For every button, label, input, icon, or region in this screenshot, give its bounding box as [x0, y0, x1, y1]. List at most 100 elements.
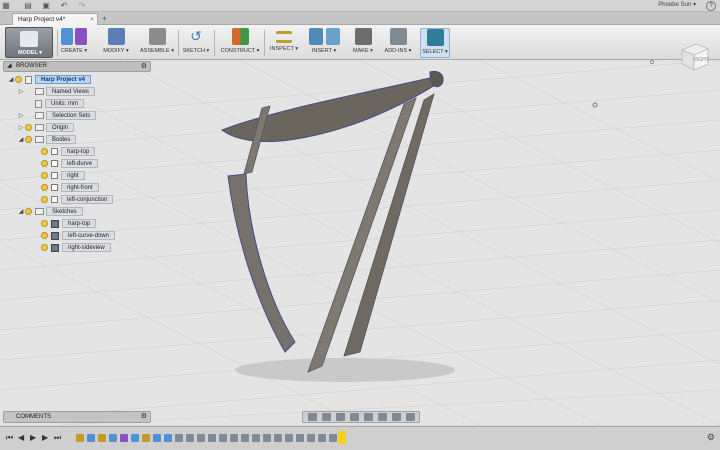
timeline-feature[interactable]: [76, 434, 84, 442]
timeline-feature[interactable]: [87, 434, 95, 442]
help-icon[interactable]: ?: [706, 1, 716, 11]
timeline-marker[interactable]: [338, 431, 346, 444]
visibility-bulb-icon[interactable]: [41, 148, 48, 155]
expand-arrow-icon[interactable]: ◢: [17, 136, 25, 143]
orbit-icon[interactable]: [307, 413, 317, 421]
timeline-feature[interactable]: [241, 434, 249, 442]
step-back-icon[interactable]: ◀: [18, 433, 24, 442]
step-forward-icon[interactable]: ▶: [42, 433, 48, 442]
timeline-feature[interactable]: [285, 434, 293, 442]
zoom-window-icon[interactable]: [363, 413, 373, 421]
expand-arrow-icon[interactable]: ▷: [17, 124, 25, 131]
visibility-bulb-icon[interactable]: [25, 208, 32, 215]
play-icon[interactable]: ▶: [30, 433, 36, 442]
timeline-feature[interactable]: [175, 434, 183, 442]
visibility-bulb-icon[interactable]: [41, 220, 48, 227]
browser-node[interactable]: left-curve-down: [33, 231, 116, 240]
sketch-menu[interactable]: ↺ SKETCH ▾: [180, 28, 212, 58]
redo-icon[interactable]: ↷: [76, 0, 88, 12]
timeline-feature[interactable]: [230, 434, 238, 442]
timeline-feature[interactable]: [274, 434, 282, 442]
timeline-settings-icon[interactable]: ⚙: [707, 432, 715, 443]
comments-panel[interactable]: COMMENTS ⚙: [3, 411, 151, 423]
pan-icon[interactable]: [335, 413, 345, 421]
expand-arrow-icon[interactable]: ◢: [17, 208, 25, 215]
insert-menu[interactable]: INSERT ▾: [306, 28, 342, 58]
file-menu-icon[interactable]: ▤: [22, 0, 34, 12]
viewcube[interactable]: RIGHT: [678, 40, 710, 72]
grid-settings-icon[interactable]: [391, 413, 401, 421]
viewports-icon[interactable]: [405, 413, 415, 421]
browser-node[interactable]: ▷ Named Views: [17, 87, 95, 96]
assemble-menu[interactable]: ASSEMBLE ▾: [138, 28, 176, 58]
timeline-feature[interactable]: [164, 434, 172, 442]
visibility-bulb-icon[interactable]: [41, 160, 48, 167]
browser-node[interactable]: harp-top: [33, 219, 97, 228]
timeline-feature[interactable]: [318, 434, 326, 442]
select-menu[interactable]: SELECT ▾: [420, 28, 450, 58]
close-tab-icon[interactable]: ×: [90, 14, 94, 25]
visibility-bulb-icon[interactable]: [41, 244, 48, 251]
visibility-bulb-icon[interactable]: [41, 184, 48, 191]
go-to-end-icon[interactable]: ⏭: [54, 433, 61, 443]
timeline-feature[interactable]: [208, 434, 216, 442]
timeline-feature[interactable]: [131, 434, 139, 442]
browser-node[interactable]: ▷ Origin: [17, 123, 75, 132]
collapse-panel-icon[interactable]: ◢: [7, 62, 12, 71]
browser-root-node[interactable]: ◢ Harp Project v4: [7, 75, 92, 84]
create-menu[interactable]: CREATE ▾: [58, 28, 90, 58]
expand-arrow-icon[interactable]: ◢: [7, 76, 15, 83]
body-left-durve[interactable]: [227, 173, 296, 353]
browser-options-icon[interactable]: ⚙: [141, 62, 147, 71]
grid-menu-icon[interactable]: ▦: [0, 0, 12, 12]
visibility-bulb-icon[interactable]: [25, 136, 32, 143]
save-icon[interactable]: ▣: [40, 0, 52, 12]
timeline-feature[interactable]: [98, 434, 106, 442]
browser-node[interactable]: ◢ Bodies: [17, 135, 77, 144]
comments-options-icon[interactable]: ⚙: [141, 412, 147, 422]
visibility-bulb-icon[interactable]: [41, 196, 48, 203]
zoom-icon[interactable]: [349, 413, 359, 421]
visibility-bulb-icon[interactable]: [41, 232, 48, 239]
add-ins-menu[interactable]: ADD-INS ▾: [380, 28, 416, 58]
expand-arrow-icon[interactable]: ▷: [17, 88, 25, 95]
timeline-feature[interactable]: [329, 434, 337, 442]
timeline-feature[interactable]: [142, 434, 150, 442]
user-menu[interactable]: Phoebe Sun ▾: [658, 1, 696, 8]
new-tab-button[interactable]: +: [102, 14, 107, 23]
timeline-feature[interactable]: [263, 434, 271, 442]
timeline-feature[interactable]: [219, 434, 227, 442]
timeline-feature[interactable]: [109, 434, 117, 442]
browser-node[interactable]: harp-top: [33, 147, 96, 156]
visibility-bulb-icon[interactable]: [41, 172, 48, 179]
construct-menu[interactable]: CONSTRUCT ▾: [218, 28, 262, 58]
browser-node[interactable]: left-conjunction: [33, 195, 114, 204]
inspect-menu[interactable]: INSPECT ▾: [266, 28, 302, 58]
workspace-switcher[interactable]: MODEL ▾: [5, 27, 53, 58]
timeline-feature[interactable]: [296, 434, 304, 442]
browser-node[interactable]: right-front: [33, 183, 99, 192]
browser-node[interactable]: left-durve: [33, 159, 99, 168]
browser-panel-header[interactable]: ◢ BROWSER ⚙: [3, 61, 151, 72]
undo-icon[interactable]: ↶: [58, 0, 70, 12]
go-to-start-icon[interactable]: ⏮: [6, 433, 13, 443]
make-menu[interactable]: MAKE ▾: [350, 28, 376, 58]
visibility-bulb-icon[interactable]: [25, 124, 32, 131]
browser-node[interactable]: right-sideview: [33, 243, 111, 252]
browser-node[interactable]: Units: mm: [17, 99, 84, 108]
timeline-feature[interactable]: [153, 434, 161, 442]
look-at-icon[interactable]: [321, 413, 331, 421]
timeline-feature[interactable]: [197, 434, 205, 442]
browser-node[interactable]: ▷ Selection Sets: [17, 111, 97, 120]
timeline-feature[interactable]: [120, 434, 128, 442]
timeline-feature[interactable]: [252, 434, 260, 442]
display-settings-icon[interactable]: [377, 413, 387, 421]
timeline-feature[interactable]: [186, 434, 194, 442]
visibility-bulb-icon[interactable]: [15, 76, 22, 83]
browser-node[interactable]: right: [33, 171, 85, 180]
document-tab[interactable]: Harp Project v4* ×: [12, 13, 98, 25]
browser-node[interactable]: ◢ Sketches: [17, 207, 83, 216]
timeline-feature[interactable]: [307, 434, 315, 442]
body-right[interactable]: [343, 93, 435, 357]
modify-menu[interactable]: MODIFY ▾: [100, 28, 132, 58]
